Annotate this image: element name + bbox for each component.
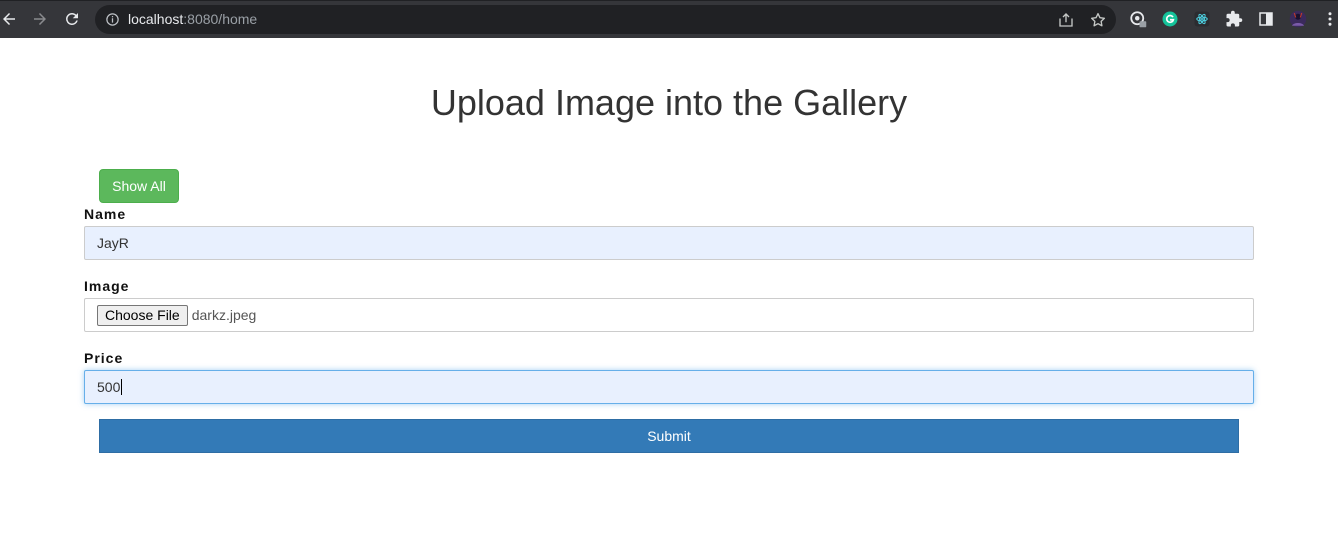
side-panel-icon [1259, 12, 1273, 26]
url-text: localhost:8080/home [128, 11, 257, 28]
tab-strip-edge [0, 0, 1338, 1]
share-icon[interactable] [1057, 11, 1075, 29]
page-title: Upload Image into the Gallery [430, 82, 908, 123]
puzzle-icon [1226, 10, 1243, 27]
extension-account-icon [1130, 11, 1147, 28]
url-path: :8080/home [183, 11, 258, 27]
side-panel-button[interactable] [1256, 9, 1276, 29]
reload-icon [66, 12, 78, 25]
price-label: Price [84, 350, 124, 366]
browser-menu-button[interactable] [1320, 9, 1338, 29]
profile-avatar-button[interactable] [1288, 9, 1308, 29]
image-label: Image [84, 278, 130, 294]
name-input[interactable]: JayR [84, 226, 1254, 260]
text-cursor [121, 379, 123, 395]
selected-file-name: darkz.jpeg [191, 307, 257, 323]
react-icon [1194, 11, 1210, 27]
image-file-input[interactable]: Choose File darkz.jpeg [84, 298, 1254, 332]
react-devtools-extension-button[interactable] [1192, 9, 1212, 29]
name-input-value: JayR [97, 235, 129, 251]
arrow-left-icon [3, 13, 15, 25]
avatar [1289, 10, 1307, 28]
address-bar[interactable]: localhost:8080/home [95, 5, 1116, 34]
arrow-right-icon [34, 13, 46, 25]
price-input-value: 500 [97, 379, 121, 395]
grammarly-extension-button[interactable] [1160, 9, 1180, 29]
forward-button[interactable] [29, 8, 51, 30]
price-input[interactable]: 500 [84, 370, 1254, 404]
kebab-menu-icon [1328, 12, 1332, 26]
extensions-button[interactable] [1224, 9, 1244, 29]
extension-account-button[interactable] [1128, 9, 1148, 29]
show-all-button[interactable]: Show All [99, 169, 179, 203]
back-button[interactable] [0, 8, 20, 30]
url-host: localhost [128, 11, 184, 27]
reload-button[interactable] [61, 8, 83, 30]
name-label: Name [84, 206, 127, 222]
star-icon[interactable] [1089, 11, 1107, 29]
browser-toolbar: localhost:8080/home [0, 0, 1338, 38]
choose-file-button[interactable]: Choose File [97, 304, 188, 326]
submit-button[interactable]: Submit [99, 419, 1239, 453]
grammarly-icon [1162, 11, 1178, 27]
info-icon[interactable] [105, 12, 120, 27]
